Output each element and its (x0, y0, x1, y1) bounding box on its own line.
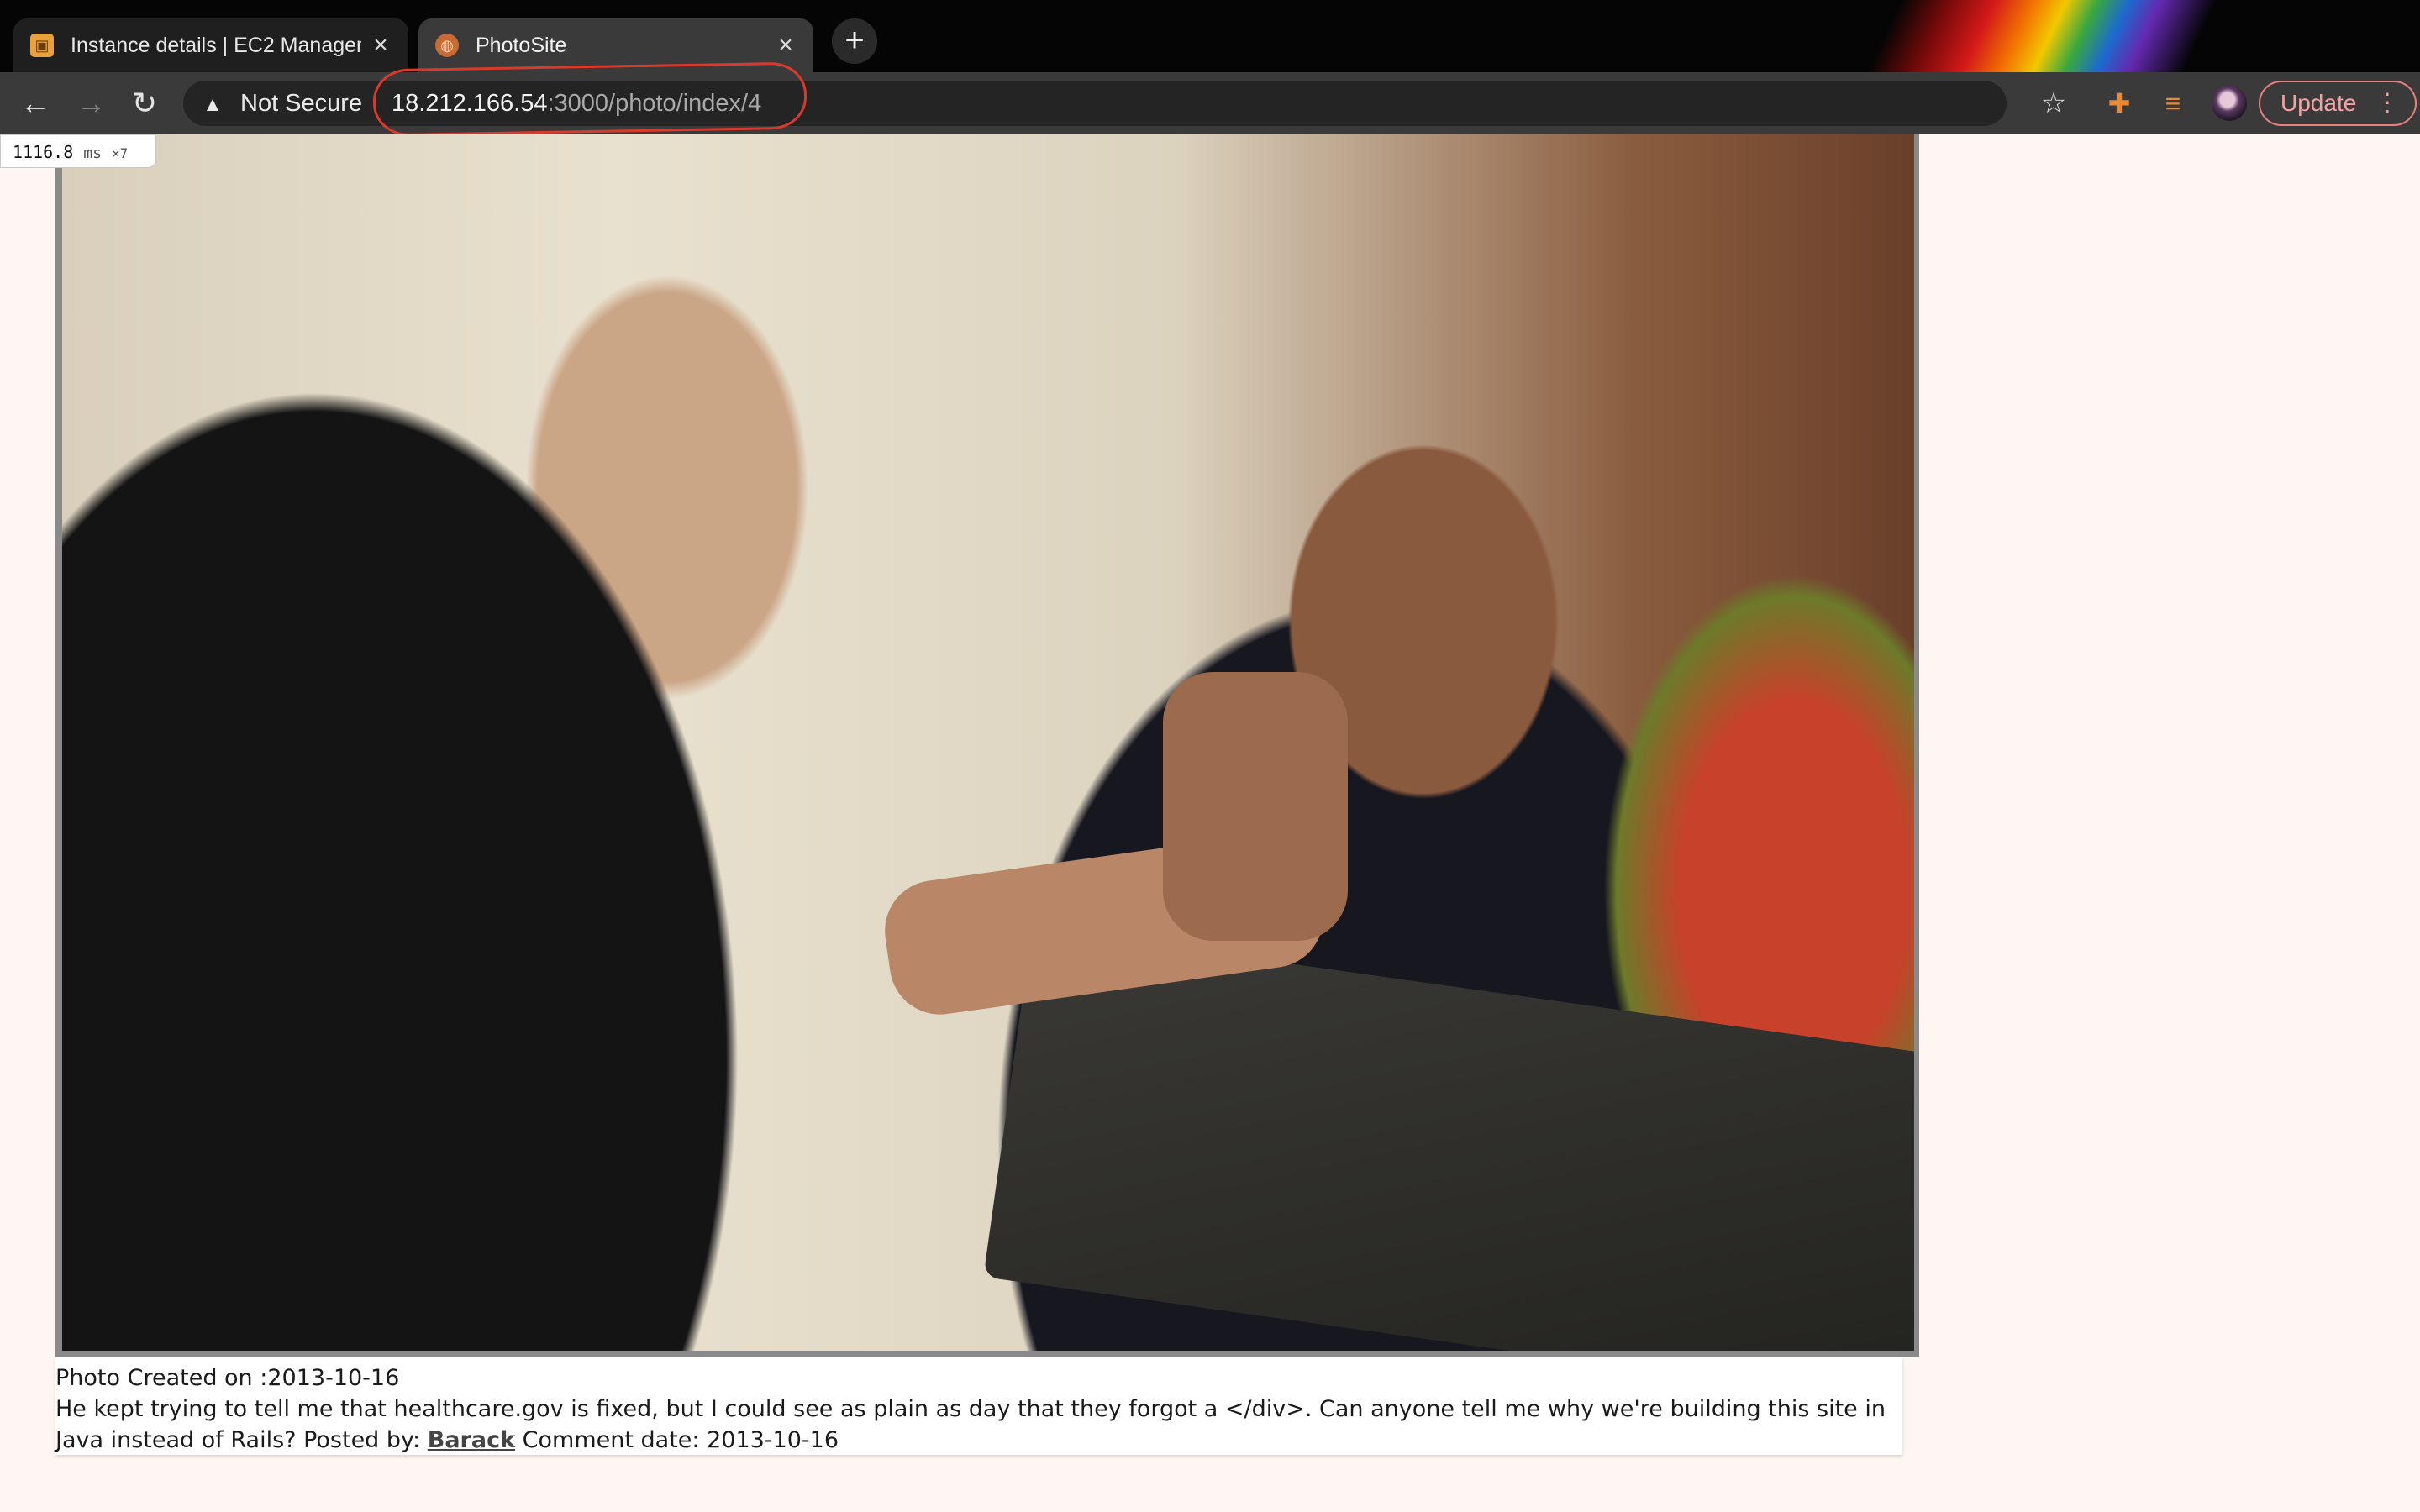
photo-tablet-shape (983, 927, 1914, 1351)
update-label: Update (2281, 90, 2357, 116)
comment-date-label: Comment date: (522, 1427, 700, 1453)
media-queue-icon[interactable]: ≡ (2154, 81, 2191, 126)
extensions-puzzle-icon[interactable]: ✚ (2101, 81, 2138, 126)
timer-value: 1116.8 (13, 142, 74, 162)
profile-avatar[interactable] (2212, 86, 2247, 121)
security-label: Not Secure (240, 90, 363, 117)
reload-icon[interactable]: ↻ (119, 72, 170, 134)
close-tab-icon[interactable]: × (370, 31, 392, 60)
photo-hand-shape (1163, 672, 1348, 941)
globe-icon: ◍ (435, 34, 459, 57)
more-menu-icon[interactable]: ⋮ (2375, 82, 2400, 124)
render-timer-badge: 1116.8 ms ×7 (0, 134, 156, 168)
red-annotation-circle (372, 61, 808, 137)
new-tab-button[interactable]: + (832, 18, 877, 64)
comment-block: He kept trying to tell me that healthcar… (55, 1394, 1902, 1456)
created-date: 2013-10-16 (267, 1365, 400, 1391)
ec2-icon: ▣ (30, 34, 54, 57)
photo-created-line: Photo Created on :2013-10-16 (55, 1362, 1902, 1394)
tab-title: Instance details | EC2 Management Consol… (71, 33, 361, 57)
tab-title: PhotoSite (476, 33, 567, 57)
back-arrow-icon[interactable]: ← (10, 72, 60, 134)
timer-count: ×7 (112, 145, 129, 161)
author-link[interactable]: Barack (428, 1427, 515, 1453)
update-button[interactable]: Update ⋮ (2259, 81, 2417, 126)
comment-date: 2013-10-16 (707, 1427, 839, 1453)
bookmark-star-icon[interactable]: ☆ (2037, 81, 2070, 126)
photo-caption: Photo Created on :2013-10-16 He kept try… (55, 1357, 1902, 1455)
warning-icon: ▲ (203, 93, 223, 116)
photo-frame (55, 134, 1919, 1357)
tab-ec2-console[interactable]: ▣ Instance details | EC2 Management Cons… (13, 18, 408, 72)
forward-arrow-icon[interactable]: → (66, 72, 116, 134)
theme-background (1664, 0, 2420, 72)
photo-image (62, 134, 1914, 1351)
posted-by-label: Posted by: (303, 1427, 421, 1453)
security-indicator[interactable]: ▲ Not Secure (198, 81, 362, 126)
timer-unit: ms (83, 144, 102, 162)
close-tab-icon[interactable]: × (775, 31, 797, 60)
created-label: Photo Created on : (55, 1365, 268, 1391)
